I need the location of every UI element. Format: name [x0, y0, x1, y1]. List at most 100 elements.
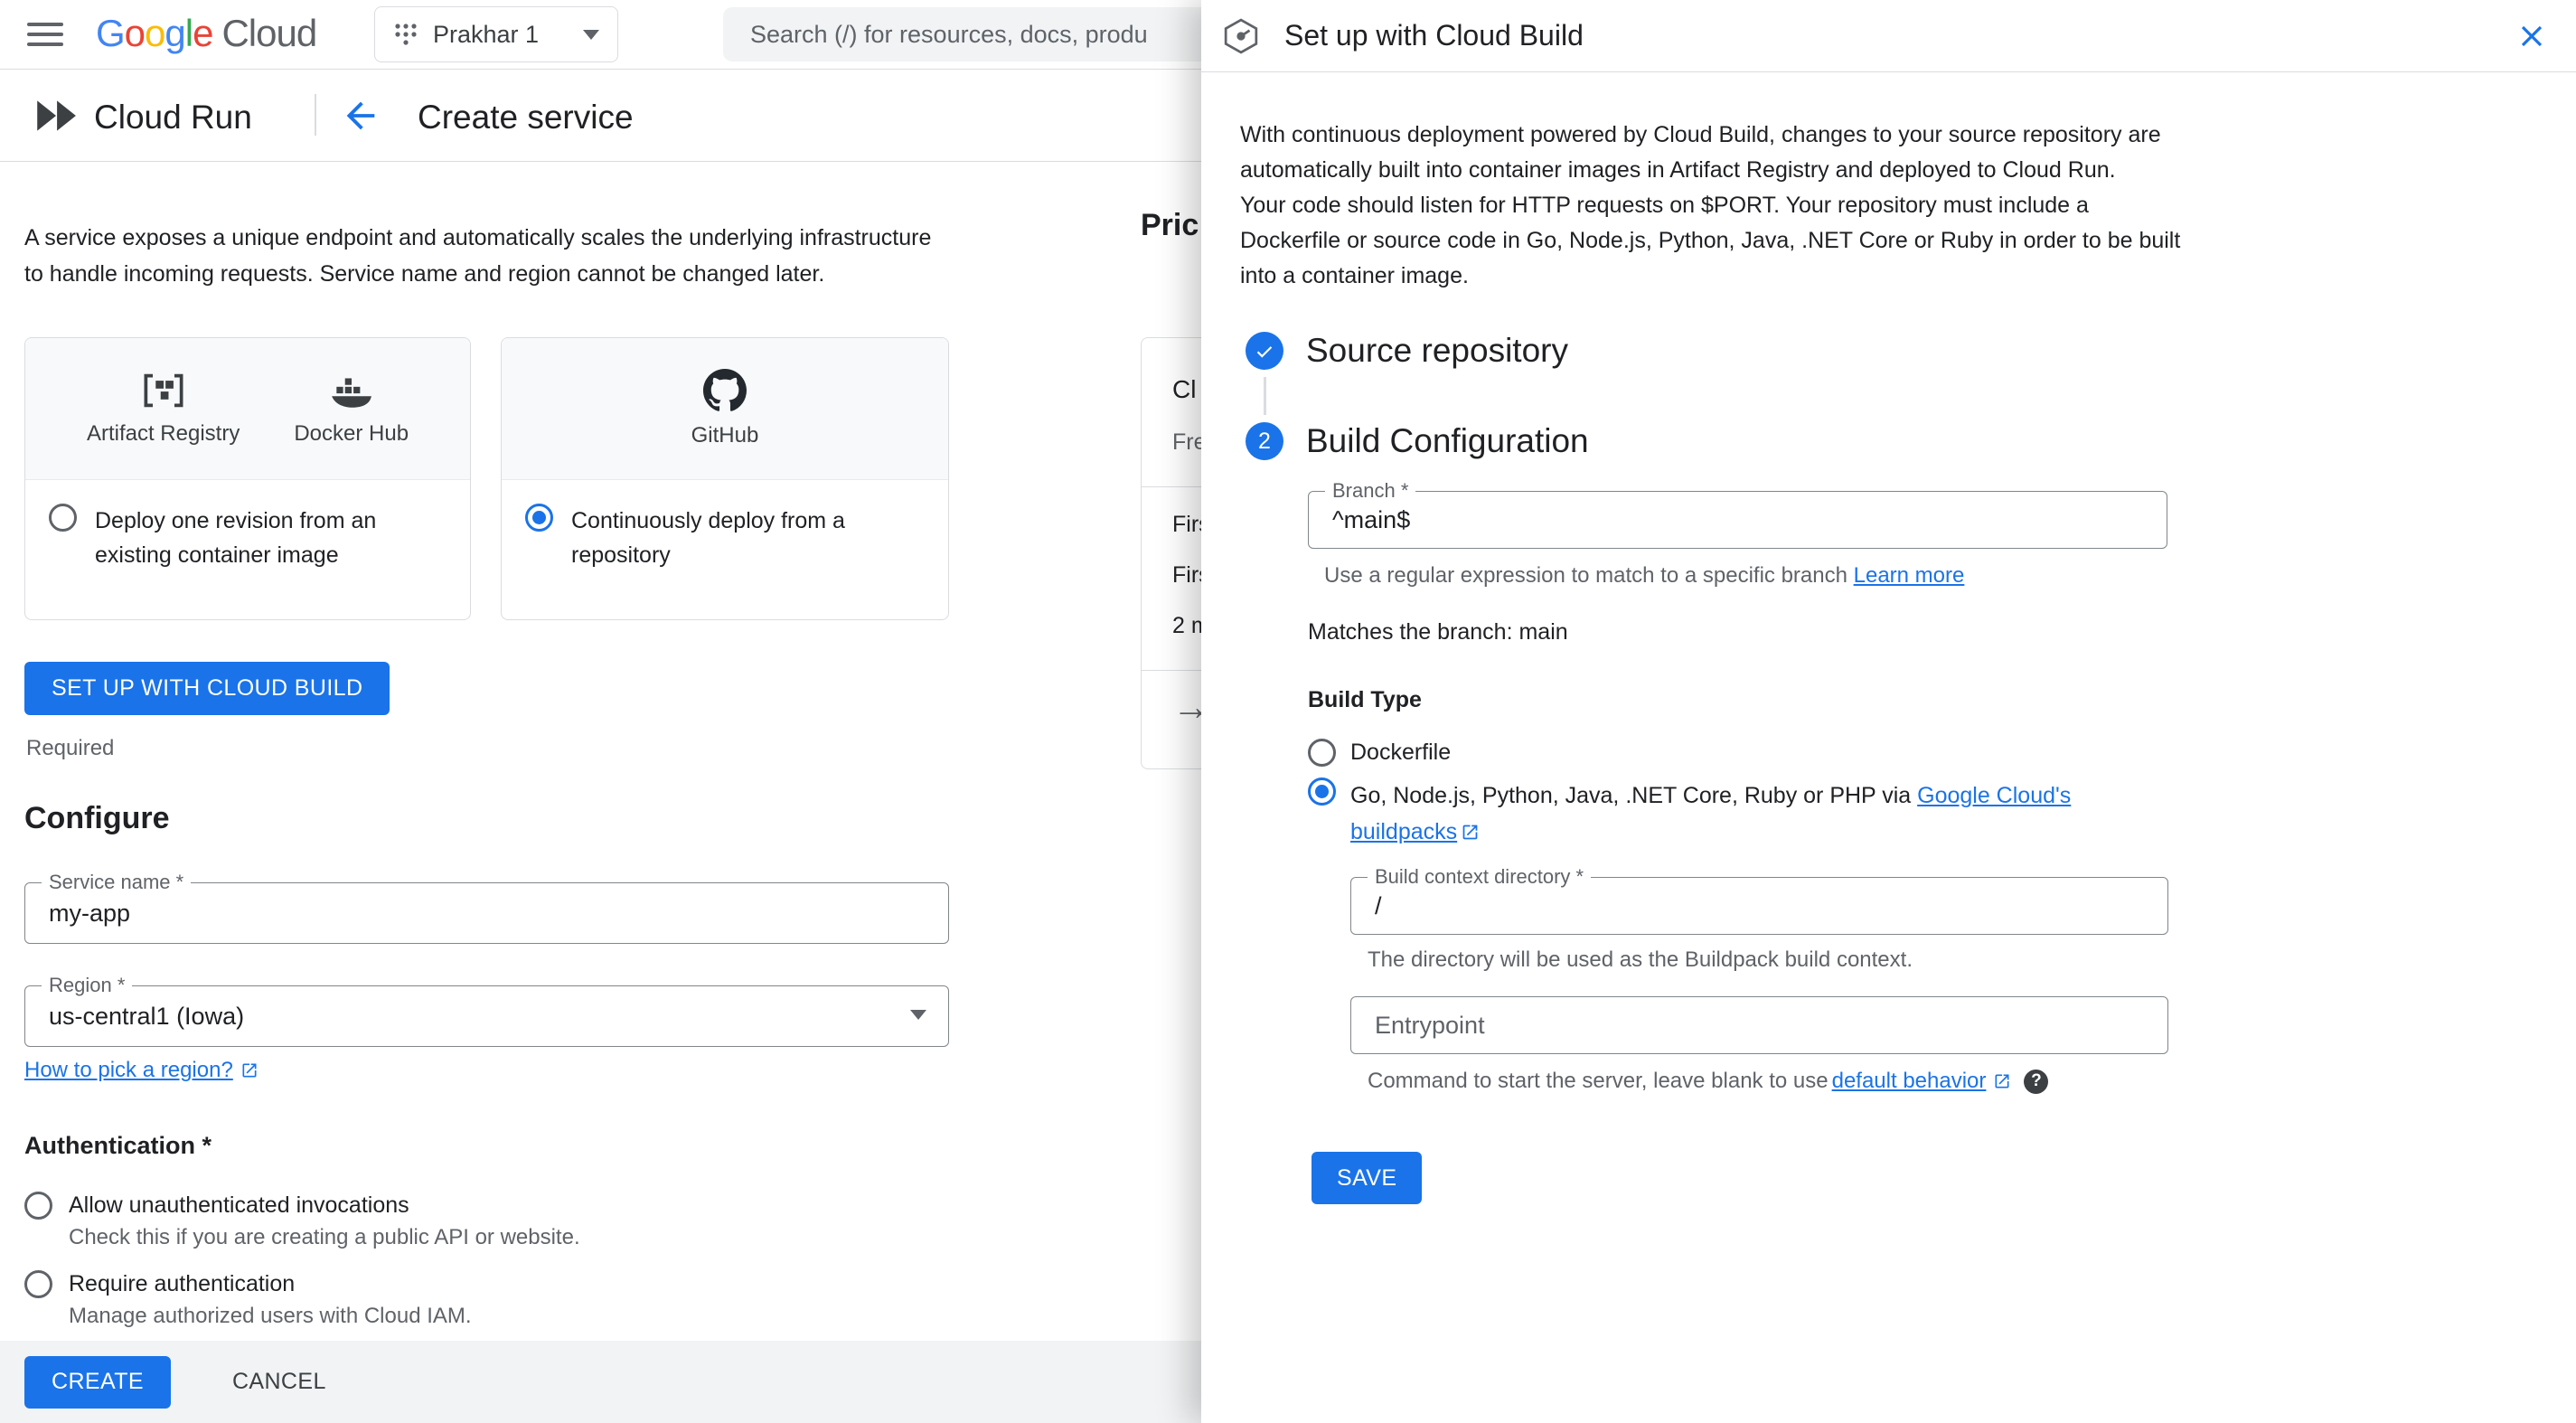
entrypoint-helper-text: Command to start the server, leave blank… [1368, 1069, 1829, 1093]
cloud-build-setup-panel: Set up with Cloud Build With continuous … [1201, 0, 2576, 1423]
back-arrow-icon [346, 101, 375, 130]
intro-text: A service exposes a unique endpoint and … [24, 225, 932, 287]
logo-letter: G [96, 12, 126, 54]
radio-option-allow-unauthenticated[interactable]: Allow unauthenticated invocations Check … [24, 1192, 580, 1252]
region-help-row: How to pick a region? [24, 1058, 259, 1083]
panel-intro-1: With continuous deployment powered by Cl… [1240, 122, 2161, 183]
logo-letter: g [165, 12, 185, 54]
branch-helper-text: Use a regular expression to match to a s… [1324, 563, 1854, 588]
panel-body: With continuous deployment powered by Cl… [1201, 72, 2576, 1204]
radio-icon-off [24, 1270, 52, 1298]
branch-field: Branch * [1308, 479, 2167, 549]
build-context-directory-field: Build context directory * [1350, 865, 2168, 935]
entrypoint-helper: Command to start the server, leave blank… [1368, 1069, 2540, 1094]
step-build-configuration: 2 Build Configuration [1240, 422, 2540, 460]
step-number-badge: 2 [1246, 422, 1283, 460]
github-icon [702, 369, 747, 411]
auth-option-label: Allow unauthenticated invocations [69, 1192, 409, 1218]
radio-icon-off [1308, 739, 1336, 767]
step-source-repository[interactable]: Source repository [1240, 332, 2540, 370]
artifact-registry-label: Artifact Registry [86, 421, 240, 446]
buildpacks-option-text: Go, Node.js, Python, Java, .NET Core, Ru… [1350, 783, 1918, 808]
auth-option-description: Manage authorized users with Cloud IAM. [69, 1304, 472, 1328]
step-connector-line [1264, 377, 1266, 415]
chevron-down-icon [583, 29, 599, 40]
cancel-button[interactable]: CANCEL [227, 1368, 332, 1396]
build-configuration-form: Branch * Use a regular expression to mat… [1308, 479, 2540, 1204]
container-registry-icons: Artifact Registry Docker Hub [25, 338, 470, 480]
artifact-registry-icon [144, 373, 183, 408]
repo-provider-icons: GitHub [502, 338, 948, 480]
hamburger-menu-icon[interactable] [27, 23, 63, 46]
region-label: Region * [42, 974, 133, 997]
logo-cloud-text: Cloud [221, 12, 317, 54]
region-select[interactable]: Region * [24, 974, 949, 1047]
header-divider [315, 94, 316, 136]
radio-icon-off [49, 504, 77, 532]
close-panel-button[interactable] [2515, 19, 2549, 53]
branch-helper: Use a regular expression to match to a s… [1324, 563, 2540, 589]
radio-option-existing-image[interactable]: Deploy one revision from an existing con… [25, 480, 470, 596]
radio-option-continuous-deploy[interactable]: Continuously deploy from a repository [502, 480, 948, 596]
logo-letter: e [193, 12, 213, 54]
deploy-source-card-container-image: Artifact Registry Docker Hub Deploy one … [24, 337, 471, 620]
logo-letter: o [145, 12, 165, 54]
panel-intro-2: Your code should listen for HTTP request… [1240, 193, 2181, 288]
back-arrow-button[interactable] [340, 95, 381, 141]
auth-option-description: Check this if you are creating a public … [69, 1225, 580, 1249]
step-complete-icon [1246, 332, 1283, 370]
default-behavior-link[interactable]: default behavior [1832, 1069, 1987, 1094]
authentication-heading: Authentication * [24, 1132, 212, 1159]
step-title: Source repository [1306, 332, 1568, 369]
service-name-label: Service name * [42, 871, 192, 894]
dropdown-caret-icon [910, 1010, 926, 1020]
radio-option-dockerfile[interactable]: Dockerfile [1308, 739, 2540, 767]
learn-more-link[interactable]: Learn more [1854, 563, 1965, 588]
check-icon [1256, 346, 1273, 358]
external-link-icon [1462, 825, 1478, 840]
github-block: GitHub [691, 369, 759, 448]
pricing-heading: Pric [1141, 208, 1199, 242]
google-cloud-logo[interactable]: Google Cloud [96, 12, 317, 55]
project-name: Prakhar 1 [433, 20, 540, 48]
how-to-pick-region-link[interactable]: How to pick a region? [24, 1058, 233, 1083]
panel-header: Set up with Cloud Build [1201, 0, 2576, 72]
entrypoint-input[interactable] [1351, 997, 2167, 1053]
authentication-options: Allow unauthenticated invocations Check … [24, 1192, 580, 1349]
page-title: Create service [418, 99, 634, 136]
logo-letter: o [124, 12, 146, 54]
external-link-icon [242, 1063, 257, 1078]
github-label: GitHub [691, 423, 759, 448]
entrypoint-field [1350, 996, 2168, 1054]
build-option-label: Dockerfile [1350, 740, 1452, 765]
required-note: Required [26, 736, 115, 760]
branch-label: Branch * [1325, 479, 1416, 503]
product-name-link[interactable]: Cloud Run [94, 99, 252, 137]
build-type-label: Build Type [1308, 687, 1422, 712]
radio-icon-on [1308, 777, 1336, 806]
close-icon [2521, 25, 2543, 46]
project-selector[interactable]: Prakhar 1 [374, 6, 618, 62]
radio-icon-off [24, 1192, 52, 1220]
save-button[interactable]: SAVE [1312, 1152, 1423, 1204]
docker-hub-icon [331, 378, 371, 408]
create-button[interactable]: CREATE [24, 1355, 171, 1409]
external-link-icon [1995, 1074, 2009, 1088]
cloud-build-icon [1224, 18, 1258, 53]
branch-input[interactable] [1309, 492, 2167, 548]
deploy-source-card-repository: GitHub Continuously deploy from a reposi… [501, 337, 949, 620]
build-option-label: Go, Node.js, Python, Java, .NET Core, Ru… [1350, 777, 2092, 850]
auth-option-label: Require authentication [69, 1271, 296, 1296]
radio-option-buildpacks[interactable]: Go, Node.js, Python, Java, .NET Core, Ru… [1308, 777, 2540, 850]
logo-letter: l [184, 12, 193, 54]
branch-match-note: Matches the branch: main [1308, 619, 1568, 645]
docker-hub-label: Docker Hub [294, 421, 409, 446]
google-cloud-console: GoogleCloud Prakhar 1 Cloud Run [0, 0, 2576, 1423]
build-context-directory-label: Build context directory * [1368, 865, 1592, 889]
region-value[interactable] [25, 986, 948, 1046]
project-icon [395, 24, 417, 45]
radio-option-require-authentication[interactable]: Require authentication Manage authorized… [24, 1270, 580, 1331]
set-up-with-cloud-build-button[interactable]: SET UP WITH CLOUD BUILD [24, 662, 390, 715]
help-icon[interactable] [2024, 1069, 2049, 1094]
cloud-run-icon [37, 100, 76, 131]
